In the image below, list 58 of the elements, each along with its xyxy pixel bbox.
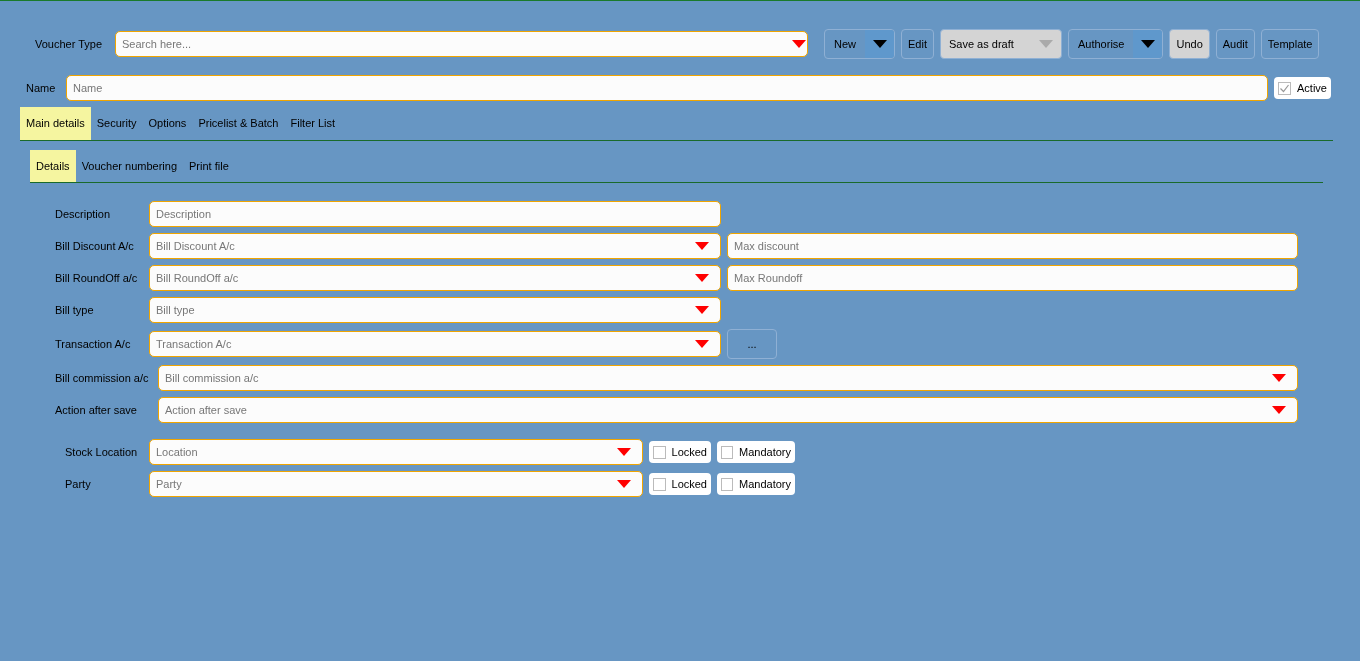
toolbar-button[interactable]: Edit — [901, 29, 934, 59]
dropdown-arrow-icon — [695, 340, 709, 348]
dropdown-field[interactable]: Bill Discount A/c — [149, 233, 721, 259]
dropdown-field[interactable]: Search here... — [115, 31, 808, 57]
dropdown-arrow-icon — [1140, 40, 1155, 48]
more-button[interactable]: ... — [727, 329, 777, 359]
field-label: Voucher Type — [35, 36, 104, 52]
dropdown-arrow-icon — [792, 40, 806, 48]
dropdown-arrow-icon — [872, 40, 887, 48]
tab[interactable]: Options — [142, 107, 193, 140]
field-label: Description — [55, 206, 112, 222]
checkbox[interactable]: Mandatory — [717, 473, 795, 495]
checkbox[interactable]: Active — [1274, 77, 1331, 99]
input-field[interactable]: Max Roundoff — [727, 265, 1298, 291]
split-button[interactable]: New — [824, 29, 895, 59]
field-label: Bill type — [55, 302, 95, 318]
tab[interactable]: Voucher numbering — [75, 150, 184, 182]
toolbar-button[interactable]: Undo — [1169, 29, 1210, 59]
toolbar-button[interactable]: Template — [1260, 29, 1320, 59]
field-label: Bill commission a/c — [55, 370, 150, 386]
split-button[interactable]: Authorise — [1068, 29, 1164, 59]
dropdown-arrow-icon — [617, 480, 631, 488]
tab[interactable]: Filter List — [284, 107, 342, 140]
dropdown-field[interactable]: Location — [149, 439, 643, 465]
field-label: Bill Discount A/c — [55, 238, 135, 254]
dropdown-arrow-icon — [1272, 406, 1286, 414]
tab[interactable]: Details — [30, 150, 76, 182]
dropdown-arrow-icon — [695, 306, 709, 314]
dropdown-arrow-icon — [617, 448, 631, 456]
field-label: Party — [65, 476, 92, 492]
dropdown-field[interactable]: Action after save — [158, 397, 1298, 423]
tab[interactable]: Security — [90, 107, 143, 140]
field-label: Transaction A/c — [55, 336, 132, 352]
dropdown-arrow-icon — [1272, 374, 1286, 382]
dropdown-field[interactable]: Party — [149, 471, 643, 497]
dropdown-arrow-icon — [695, 274, 709, 282]
toolbar-button[interactable]: Audit — [1215, 29, 1255, 59]
check-icon — [1279, 82, 1290, 94]
field-label: Bill RoundOff a/c — [55, 270, 139, 286]
checkbox[interactable]: Locked — [649, 441, 711, 463]
dropdown-field[interactable]: Bill type — [149, 297, 721, 323]
checkbox[interactable]: Mandatory — [717, 441, 795, 463]
input-field[interactable]: Max discount — [727, 233, 1298, 259]
dropdown-arrow-icon — [1039, 40, 1053, 48]
field-label: Name — [26, 80, 57, 96]
dropdown-field[interactable]: Bill commission a/c — [158, 365, 1298, 391]
field-label: Stock Location — [65, 444, 139, 460]
tab[interactable]: Print file — [183, 150, 235, 182]
dropdown-field[interactable]: Transaction A/c — [149, 331, 721, 357]
dropdown-arrow-icon — [695, 242, 709, 250]
input-field[interactable]: Description — [149, 201, 721, 227]
checkbox[interactable]: Locked — [649, 473, 711, 495]
tab[interactable]: Main details — [20, 107, 91, 140]
field-label: Action after save — [55, 402, 138, 418]
dropdown-field[interactable]: Bill RoundOff a/c — [149, 265, 721, 291]
tab[interactable]: Pricelist & Batch — [192, 107, 285, 140]
dropdown-button[interactable]: Save as draft — [940, 29, 1062, 59]
input-field[interactable]: Name — [66, 75, 1268, 101]
